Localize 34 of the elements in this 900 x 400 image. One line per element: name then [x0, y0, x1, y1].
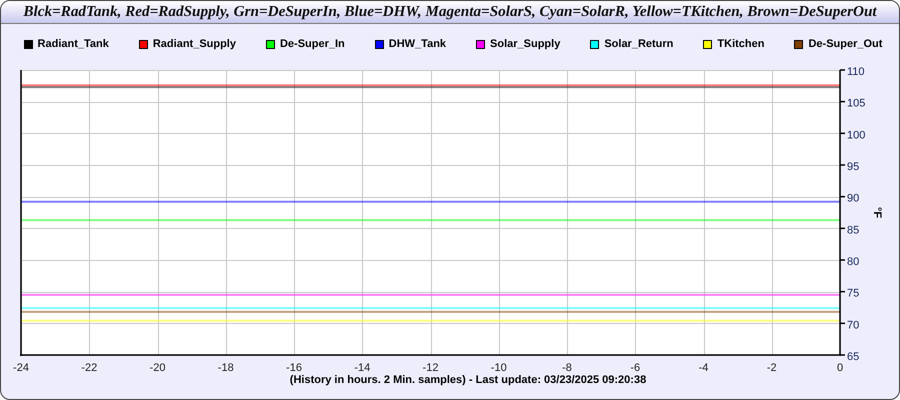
- legend-label: De-Super_Out: [808, 38, 882, 50]
- x-tick-label: -18: [218, 362, 234, 374]
- x-tick-label: -14: [354, 362, 370, 374]
- chart-title: Blck=RadTank, Red=RadSupply, Grn=DeSuperIn, Blue=DHW, Magenta=SolarS, Cyan=SolarR, Yellow=TKitchen, Brown=DeSuperOut: [23, 3, 877, 21]
- y-tick-label: 110: [847, 66, 865, 78]
- x-tick-label: -10: [490, 362, 507, 374]
- y-axis-label: °F: [871, 206, 883, 218]
- y-tick-label: 105: [847, 98, 866, 110]
- legend-label: De-Super_In: [280, 38, 345, 50]
- x-tick-label: -2: [766, 362, 777, 374]
- legend-label: TKitchen: [717, 38, 764, 50]
- x-tick-label: -12: [422, 362, 438, 374]
- x-tick-label: -16: [286, 362, 302, 374]
- y-tick-label: 100: [847, 129, 866, 142]
- y-tick-label: 90: [847, 192, 860, 205]
- x-tick-label: -6: [630, 362, 640, 374]
- y-tick-label: 75: [847, 288, 860, 300]
- y-tick-label: 70: [847, 319, 860, 332]
- y-tick-label: 95: [847, 161, 860, 173]
- legend-label: Solar_Supply: [490, 38, 560, 50]
- y-tick-label: 85: [847, 224, 860, 236]
- x-axis-label: (History in hours. 2 Min. samples) - Last update: 03/23/2025 09:20:38: [288, 374, 648, 386]
- legend-label: Solar_Return: [604, 38, 674, 50]
- y-tick-label: 80: [847, 256, 860, 268]
- legend-label: Radiant_Supply: [152, 38, 236, 50]
- x-tick-label: -4: [698, 362, 708, 374]
- x-tick-label: -20: [150, 362, 166, 374]
- legend-label: Radiant_Tank: [38, 38, 109, 50]
- x-tick-label: -24: [13, 362, 29, 374]
- y-tick-label: 65: [847, 351, 860, 363]
- legend-label: DHW_Tank: [388, 38, 446, 50]
- x-tick-label: -8: [562, 362, 572, 374]
- x-tick-label: -22: [81, 362, 98, 374]
- x-tick-label: 0: [836, 362, 844, 374]
